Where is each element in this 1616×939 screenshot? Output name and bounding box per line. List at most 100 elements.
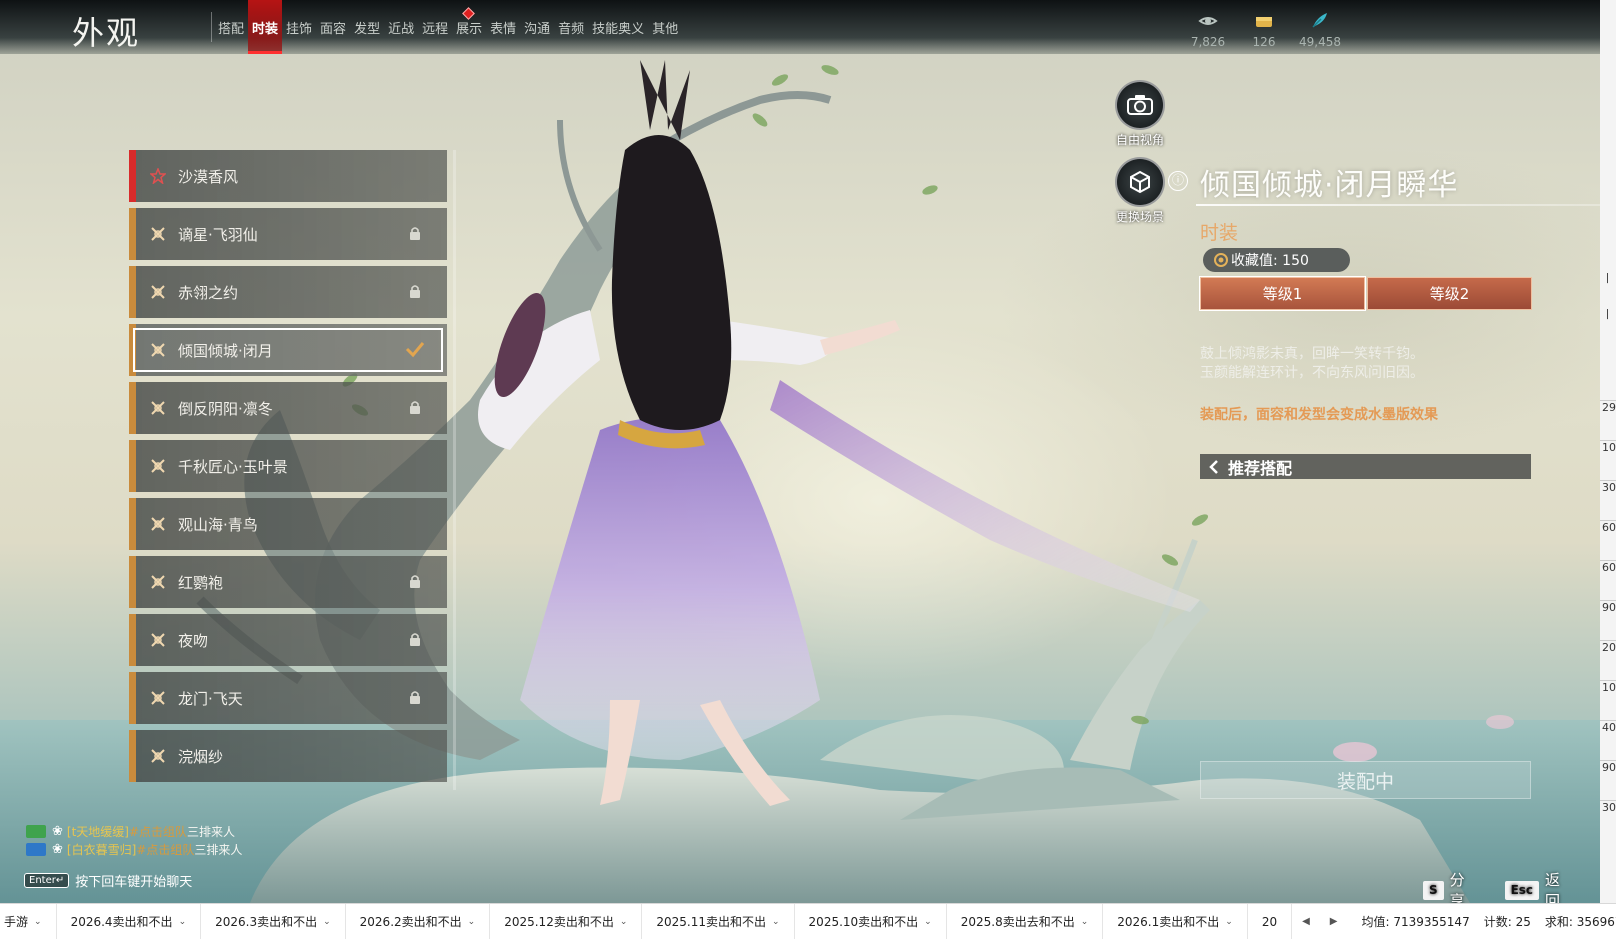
recommend-outfit-button[interactable]: 推荐搭配 bbox=[1200, 454, 1531, 479]
outfit-item[interactable]: 红鹦袍 bbox=[129, 556, 447, 608]
next-sheet-icon[interactable]: ▶ bbox=[1320, 916, 1348, 927]
lotus-icon: ❀ bbox=[52, 841, 63, 857]
collection-icon bbox=[1214, 253, 1228, 267]
outfit-item[interactable]: 夜吻 bbox=[129, 614, 447, 666]
outfit-emblem-icon bbox=[148, 630, 168, 650]
tab-12[interactable]: 技能奥义 bbox=[588, 0, 648, 54]
lock-icon bbox=[409, 574, 421, 588]
chat-sender[interactable]: [t天地缓缓] bbox=[67, 823, 129, 840]
outfit-emblem-icon bbox=[148, 514, 168, 534]
tab-9[interactable]: 表情 bbox=[486, 0, 520, 54]
chevron-down-icon: ⌄ bbox=[1225, 916, 1233, 927]
sheet-tab-label: 2025.8卖出去和不出 bbox=[960, 915, 1075, 929]
sheet-tab[interactable]: 2025.10卖出和不出 ⌄ bbox=[795, 903, 947, 939]
prev-sheet-icon[interactable]: ◀ bbox=[1292, 916, 1320, 927]
collection-value-badge: 收藏值: 150 bbox=[1203, 248, 1350, 272]
level-2-button[interactable]: 等级2 bbox=[1367, 277, 1532, 310]
treasure-chest-icon bbox=[1253, 11, 1275, 32]
sheet-tab-label: 20 bbox=[1261, 914, 1278, 929]
hotkey-label[interactable]: 分享 bbox=[1450, 869, 1479, 903]
tab-label: 展示 bbox=[456, 21, 483, 37]
sheet-tab-label: 手游 bbox=[4, 915, 29, 929]
lock-icon bbox=[409, 632, 421, 646]
outfit-name: 红鹦袍 bbox=[178, 573, 224, 592]
tab-6[interactable]: 近战 bbox=[384, 0, 418, 54]
sheet-tab[interactable]: 2026.4卖出和不出 ⌄ bbox=[57, 903, 202, 939]
chat-enter-hint[interactable]: Enter↵ 按下回车键开始聊天 bbox=[24, 871, 192, 890]
tab-3[interactable]: 挂饰 bbox=[282, 0, 316, 54]
outfit-item[interactable]: 赤翎之约 bbox=[129, 266, 447, 318]
level-1-button[interactable]: 等级1 bbox=[1199, 276, 1366, 311]
equip-button[interactable]: 装配中 bbox=[1200, 761, 1531, 799]
sheet-tab[interactable]: 2025.12卖出和不出 ⌄ bbox=[490, 903, 643, 939]
edge-cell: 60 bbox=[1600, 560, 1616, 600]
chevron-down-icon: ⌄ bbox=[772, 916, 780, 927]
team-link[interactable]: #点击组队 bbox=[129, 823, 187, 840]
edge-cell: 290 bbox=[1600, 400, 1616, 440]
outfit-item[interactable]: 倒反阴阳·凛冬 bbox=[129, 382, 447, 434]
sheet-tab[interactable]: 2025.11卖出和不出 ⌄ bbox=[642, 903, 795, 939]
edge-cell: 90 bbox=[1600, 760, 1616, 800]
hotkey-bar: S 分享 Esc 返回 bbox=[1423, 869, 1600, 903]
chat-sender[interactable]: [白衣暮雪归] bbox=[67, 841, 136, 858]
tab-10[interactable]: 沟通 bbox=[520, 0, 554, 54]
costume-description: 鼓上倾鸿影未真，回眸一笑转千钧。 玉颜能解连环计，不向东风问旧因。 bbox=[1200, 345, 1424, 383]
hotkey-s[interactable]: S bbox=[1423, 880, 1444, 900]
chat-box[interactable]: ❀ [t天地缓缓] #点击组队 三排来人 ❀ [白衣暮雪归] #点击组队 三排来人 bbox=[26, 822, 242, 858]
category-tabs: 搭配 时装 挂饰 面容 发型 近战 远程 展示 表情 沟通 音频 技能奥义 其他 bbox=[214, 0, 682, 54]
coin-stack-icon bbox=[1197, 11, 1219, 32]
tab-1[interactable]: 搭配 bbox=[214, 0, 248, 54]
sheet-tab[interactable]: 2026.1卖出和不出 ⌄ bbox=[1103, 903, 1248, 939]
hotkey-esc[interactable]: Esc bbox=[1504, 880, 1540, 900]
costume-category: 时装 bbox=[1200, 222, 1239, 244]
channel-badge-icon bbox=[26, 842, 46, 856]
sheet-tab[interactable]: 2026.3卖出和不出 ⌄ bbox=[201, 903, 346, 939]
tab-2[interactable]: 时装 bbox=[248, 0, 283, 54]
outfit-item[interactable]: 沙漠香风 bbox=[129, 150, 447, 202]
outfit-item[interactable]: 龙门·飞天 bbox=[129, 672, 447, 724]
enter-hint-text: 按下回车键开始聊天 bbox=[75, 875, 193, 890]
change-scene-button[interactable] bbox=[1115, 157, 1165, 207]
outfit-emblem-icon bbox=[148, 688, 168, 708]
outfit-item[interactable]: 浣烟纱 bbox=[129, 730, 447, 782]
outfit-name: 龙门·飞天 bbox=[178, 689, 243, 708]
team-link[interactable]: #点击组队 bbox=[136, 841, 194, 858]
outfit-item[interactable]: 谪星·飞羽仙 bbox=[129, 208, 447, 260]
outfit-name: 倒反阴阳·凛冬 bbox=[178, 399, 273, 418]
sheet-tab[interactable]: 2025.8卖出去和不出 ⌄ bbox=[947, 903, 1104, 939]
tab-13[interactable]: 其他 bbox=[648, 0, 682, 54]
outfit-name: 沙漠香风 bbox=[178, 167, 239, 186]
game-viewport: 外观 搭配 时装 挂饰 面容 发型 近战 远程 展示 表情 沟通 音频 技能奥义 其他 7,826 126… bbox=[0, 0, 1600, 903]
sheet-tab[interactable]: 20 bbox=[1248, 903, 1293, 939]
tab-4[interactable]: 面容 bbox=[316, 0, 350, 54]
change-scene-label: 更换场景 bbox=[1115, 210, 1164, 224]
tab-label: 发型 bbox=[354, 21, 381, 37]
tab-8[interactable]: 展示 bbox=[452, 0, 486, 54]
sheet-tab-label: 2026.2卖出和不出 bbox=[359, 915, 462, 929]
currency-item: 7,826 bbox=[1180, 8, 1236, 49]
tab-5[interactable]: 发型 bbox=[350, 0, 384, 54]
list-scrollbar[interactable] bbox=[453, 150, 456, 790]
chevron-down-icon: ⌄ bbox=[323, 916, 331, 927]
outfit-name: 千秋匠心·玉叶景 bbox=[178, 457, 288, 476]
chevron-down-icon: ⌄ bbox=[619, 916, 628, 927]
lock-icon bbox=[409, 400, 421, 414]
tab-7[interactable]: 远程 bbox=[418, 0, 452, 54]
recommend-label: 推荐搭配 bbox=[1228, 458, 1293, 478]
description-line: 鼓上倾鸿影未真，回眸一笑转千钧。 bbox=[1200, 346, 1424, 362]
outfit-item[interactable]: 观山海·青鸟 bbox=[129, 498, 447, 550]
edge-cell: 30 bbox=[1600, 800, 1616, 840]
hotkey-label[interactable]: 返回 bbox=[1545, 869, 1574, 903]
sheet-tab[interactable]: 手游 ⌄ bbox=[0, 903, 57, 939]
outfit-item[interactable]: 千秋匠心·玉叶景 bbox=[129, 440, 447, 492]
outfit-item[interactable]: 倾国倾城·闭月 bbox=[129, 324, 447, 376]
info-icon[interactable]: ⓘ bbox=[1168, 171, 1188, 191]
sheet-tab[interactable]: 2026.2卖出和不出 ⌄ bbox=[346, 903, 491, 939]
free-view-button[interactable] bbox=[1115, 80, 1165, 130]
currency-item: 126 bbox=[1236, 8, 1292, 49]
chevron-down-icon: ⌄ bbox=[1080, 916, 1089, 927]
page-title: 外观 bbox=[72, 14, 141, 52]
tab-11[interactable]: 音频 bbox=[554, 0, 588, 54]
sheet-tab-label: 2026.4卖出和不出 bbox=[70, 915, 173, 929]
sheet-tab-label: 2025.12卖出和不出 bbox=[504, 915, 614, 929]
